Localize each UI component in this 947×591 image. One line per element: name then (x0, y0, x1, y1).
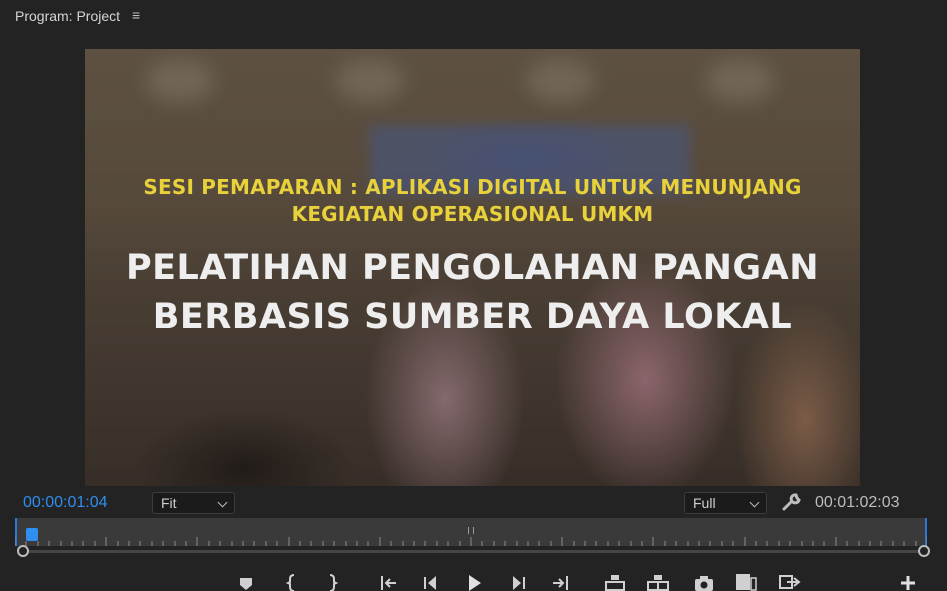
video-title-line-2: BERBASIS SUMBER DAYA LOKAL (152, 297, 793, 337)
go-to-out-icon[interactable] (549, 572, 573, 591)
lift-icon[interactable] (603, 572, 627, 591)
extract-icon[interactable] (646, 572, 670, 591)
play-icon[interactable] (462, 572, 486, 591)
go-to-in-icon[interactable] (376, 572, 400, 591)
video-title-line-1: PELATIHAN PENGOLAHAN PANGAN (126, 248, 819, 288)
wrench-icon[interactable] (781, 492, 803, 512)
step-forward-icon[interactable] (506, 572, 530, 591)
panel-title[interactable]: Program: Project (15, 8, 120, 24)
chevron-down-icon (749, 497, 760, 508)
playback-resolution-dropdown[interactable]: Full (684, 492, 767, 514)
zoom-scroll-bar[interactable] (23, 550, 924, 553)
zoom-handle-left[interactable] (17, 545, 29, 557)
button-editor-icon[interactable] (896, 572, 920, 591)
panel-menu-icon[interactable]: ≡ (132, 7, 140, 23)
zoom-level-value: Fit (161, 495, 177, 511)
panel-header: Program: Project ≡ (0, 0, 947, 34)
add-marker-icon[interactable] (234, 572, 258, 591)
playback-resolution-value: Full (693, 495, 716, 511)
video-subtitle-line-2: KEGIATAN OPERASIONAL UMKM (291, 202, 654, 226)
zoom-handle-right[interactable] (918, 545, 930, 557)
playhead[interactable] (26, 528, 38, 541)
overwrite-icon[interactable] (777, 572, 801, 591)
duration-timecode: 00:01:02:03 (815, 494, 900, 511)
zoom-level-dropdown[interactable]: Fit (152, 492, 235, 514)
chevron-down-icon (217, 497, 228, 508)
current-timecode[interactable]: 00:00:01:04 (23, 494, 108, 512)
export-frame-icon[interactable] (692, 572, 716, 591)
program-monitor-viewer[interactable]: SESI PEMAPARAN : APLIKASI DIGITAL UNTUK … (85, 49, 860, 486)
center-marker (468, 527, 474, 534)
mark-in-icon[interactable] (280, 572, 304, 591)
video-subtitle-line-1: SESI PEMAPARAN : APLIKASI DIGITAL UNTUK … (143, 175, 802, 199)
insert-icon[interactable] (734, 572, 758, 591)
mark-out-icon[interactable] (320, 572, 344, 591)
step-back-icon[interactable] (419, 572, 443, 591)
time-ruler-ticks (15, 537, 927, 546)
